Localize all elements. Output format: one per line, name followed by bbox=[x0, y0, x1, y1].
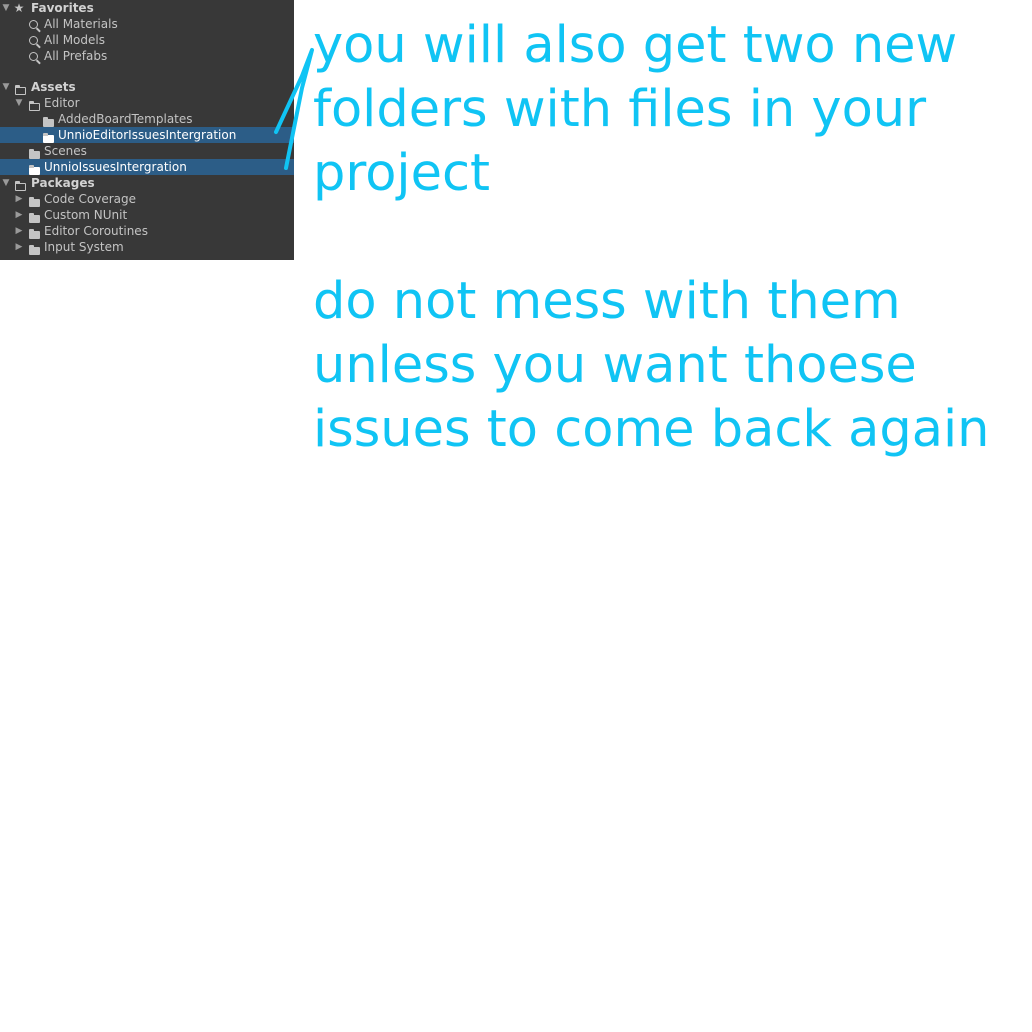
star-icon: ★ bbox=[13, 1, 25, 15]
assets-header[interactable]: ▼ Assets bbox=[0, 79, 294, 95]
folder-icon bbox=[41, 111, 55, 127]
favorite-item-all-prefabs[interactable]: All Prefabs bbox=[0, 48, 294, 64]
tree-item-unnioeditorissuesintergration[interactable]: UnnioEditorIssuesIntergration bbox=[0, 127, 294, 143]
chevron-right-icon[interactable]: ▶ bbox=[14, 223, 24, 239]
annotation-line: folders with files in your bbox=[313, 80, 927, 139]
favorites-label: Favorites bbox=[31, 1, 94, 15]
folder-icon bbox=[41, 127, 55, 143]
folder-open-icon bbox=[13, 79, 27, 95]
chevron-down-icon[interactable]: ▼ bbox=[1, 0, 11, 16]
tree-item-partial bbox=[0, 255, 294, 260]
favorite-item-all-materials[interactable]: All Materials bbox=[0, 16, 294, 32]
search-icon bbox=[26, 32, 40, 48]
tree-item-addedboardtemplates[interactable]: AddedBoardTemplates bbox=[0, 111, 294, 127]
tree-item-unnioissuesintergration[interactable]: UnnioIssuesIntergration bbox=[0, 159, 294, 175]
search-icon bbox=[26, 48, 40, 64]
tree-item-code-coverage[interactable]: ▶ Code Coverage bbox=[0, 191, 294, 207]
chevron-down-icon[interactable]: ▼ bbox=[1, 175, 11, 191]
chevron-right-icon[interactable]: ▶ bbox=[14, 207, 24, 223]
folder-icon bbox=[27, 223, 41, 239]
annotation-line: unless you want thoese bbox=[313, 336, 917, 395]
folder-icon bbox=[27, 207, 41, 223]
folder-icon bbox=[27, 159, 41, 175]
project-panel: ▼ ★ Favorites All Materials All Models A… bbox=[0, 0, 294, 260]
annotation-line: do not mess with them bbox=[313, 272, 901, 331]
search-icon bbox=[26, 16, 40, 32]
tree-item-input-system[interactable]: ▶ Input System bbox=[0, 239, 294, 255]
annotation-line: issues to come back again bbox=[313, 400, 990, 459]
folder-open-icon bbox=[27, 95, 41, 111]
annotation-line: you will also get two new bbox=[313, 16, 958, 75]
chevron-right-icon[interactable]: ▶ bbox=[14, 191, 24, 207]
chevron-down-icon[interactable]: ▼ bbox=[1, 79, 11, 95]
chevron-down-icon[interactable]: ▼ bbox=[14, 95, 24, 111]
packages-header[interactable]: ▼ Packages bbox=[0, 175, 294, 191]
folder-open-icon bbox=[13, 175, 27, 191]
folder-icon bbox=[27, 239, 41, 255]
favorite-item-all-models[interactable]: All Models bbox=[0, 32, 294, 48]
annotation-text: you will also get two new folders with f… bbox=[313, 14, 1023, 462]
tree-item-custom-nunit[interactable]: ▶ Custom NUnit bbox=[0, 207, 294, 223]
tree-item-scenes[interactable]: Scenes bbox=[0, 143, 294, 159]
chevron-right-icon[interactable]: ▶ bbox=[14, 239, 24, 255]
favorites-header[interactable]: ▼ ★ Favorites bbox=[0, 0, 294, 16]
folder-icon bbox=[27, 143, 41, 159]
folder-icon bbox=[27, 191, 41, 207]
tree-item-editor-coroutines[interactable]: ▶ Editor Coroutines bbox=[0, 223, 294, 239]
tree-item-editor[interactable]: ▼ Editor bbox=[0, 95, 294, 111]
annotation-line: project bbox=[313, 144, 491, 203]
